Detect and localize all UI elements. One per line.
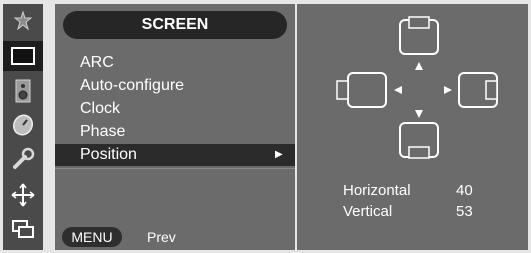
menu-item-label: Auto-configure: [80, 77, 185, 94]
position-up-icon[interactable]: [399, 16, 439, 70]
horizontal-value: 40: [456, 182, 473, 199]
position-diagram: [336, 16, 498, 159]
prev-label: Prev: [147, 229, 176, 245]
position-panel: Horizontal 40 Vertical 53: [297, 4, 528, 250]
sound-icon[interactable]: [3, 76, 43, 106]
menu-item-position[interactable]: Position ▶: [55, 144, 295, 166]
menu-item-arc[interactable]: ARC: [55, 52, 295, 74]
menu-title: SCREEN: [63, 11, 287, 39]
menu-item-phase[interactable]: Phase: [55, 121, 295, 143]
position-down-icon[interactable]: [399, 110, 439, 159]
menu-button[interactable]: MENU: [62, 227, 122, 247]
menu-item-label: Position: [80, 146, 137, 163]
position-left-icon[interactable]: [336, 72, 402, 108]
picture-icon[interactable]: [3, 6, 43, 36]
screen-menu-panel: SCREEN ARC Auto-configure Clock Phase Po…: [55, 4, 295, 250]
submenu-arrow-icon: ▶: [275, 149, 283, 160]
menu-divider: [55, 168, 295, 169]
category-sidebar: [3, 4, 43, 250]
pip-icon[interactable]: [3, 214, 43, 244]
menu-item-auto-configure[interactable]: Auto-configure: [55, 75, 295, 97]
osd-menu: SCREEN ARC Auto-configure Clock Phase Po…: [0, 0, 531, 253]
menu-item-label: Clock: [80, 100, 121, 117]
vertical-label: Vertical: [343, 203, 393, 220]
vertical-value: 53: [456, 203, 473, 220]
menu-item-label: ARC: [80, 54, 114, 71]
horizontal-label: Horizontal: [343, 182, 411, 199]
menu-item-label: Phase: [80, 123, 126, 140]
position-icon[interactable]: [3, 180, 43, 210]
position-right-icon[interactable]: [444, 72, 498, 108]
menu-item-clock[interactable]: Clock: [55, 98, 295, 120]
setup-icon[interactable]: [3, 144, 43, 174]
screen-icon[interactable]: [3, 41, 43, 71]
time-icon[interactable]: [3, 110, 43, 140]
